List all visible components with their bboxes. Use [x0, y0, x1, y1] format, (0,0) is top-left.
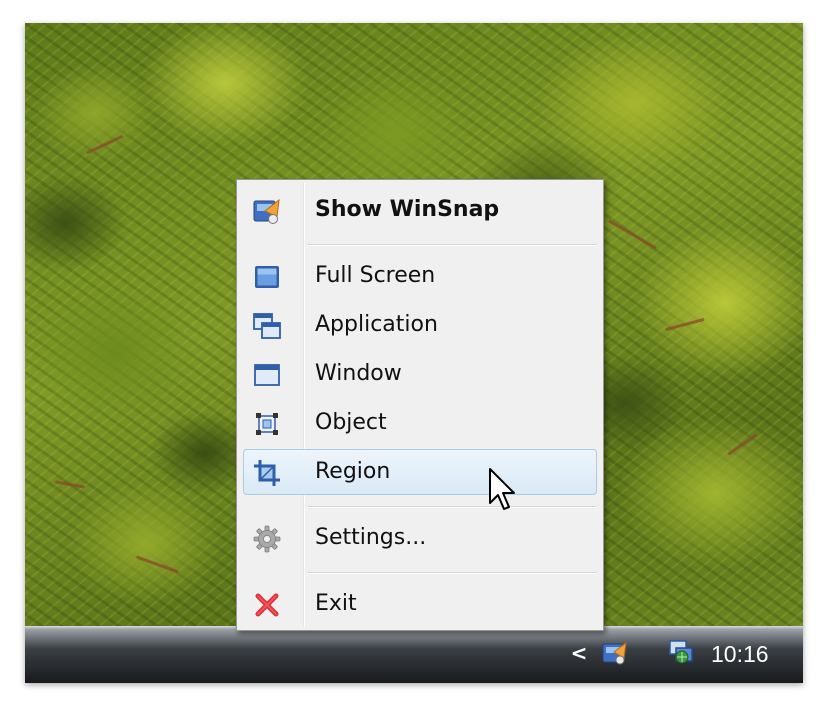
mouse-cursor-icon — [489, 468, 515, 510]
window-icon — [254, 364, 280, 386]
menu-separator — [307, 244, 597, 246]
menu-item-label: Region — [315, 459, 391, 484]
menu-item-full-screen[interactable]: Full Screen — [243, 253, 597, 299]
menu-item-label: Settings... — [315, 525, 427, 550]
taskbar: < 10:16 — [25, 626, 803, 683]
winsnap-tray-icon[interactable] — [600, 638, 630, 668]
menu-item-application[interactable]: Application — [243, 302, 597, 348]
gear-icon — [253, 525, 281, 553]
menu-item-label: Full Screen — [315, 263, 436, 288]
winsnap-app-icon — [253, 198, 280, 224]
application-icon — [253, 313, 281, 339]
object-icon — [256, 413, 278, 435]
tray-context-menu: Show WinSnap Full Screen Application Win… — [236, 179, 604, 631]
menu-item-label: Window — [315, 361, 402, 386]
menu-item-label: Exit — [315, 591, 357, 616]
menu-item-object[interactable]: Object — [243, 400, 597, 446]
menu-item-show-winsnap[interactable]: Show WinSnap — [243, 187, 597, 233]
menu-item-label: Show WinSnap — [315, 197, 500, 222]
menu-item-label: Application — [315, 312, 438, 337]
region-icon — [254, 460, 280, 486]
menu-item-exit[interactable]: Exit — [243, 581, 597, 627]
network-icon[interactable] — [666, 637, 696, 667]
exit-x-icon — [255, 593, 279, 617]
taskbar-clock[interactable]: 10:16 — [711, 639, 769, 669]
menu-separator — [307, 506, 597, 508]
menu-item-label: Object — [315, 410, 387, 435]
full-screen-icon — [255, 266, 279, 288]
show-hidden-icons-button[interactable]: < — [570, 643, 588, 663]
menu-item-region[interactable]: Region — [243, 449, 597, 495]
menu-separator — [307, 572, 597, 574]
menu-item-settings[interactable]: Settings... — [243, 515, 597, 561]
menu-item-window[interactable]: Window — [243, 351, 597, 397]
